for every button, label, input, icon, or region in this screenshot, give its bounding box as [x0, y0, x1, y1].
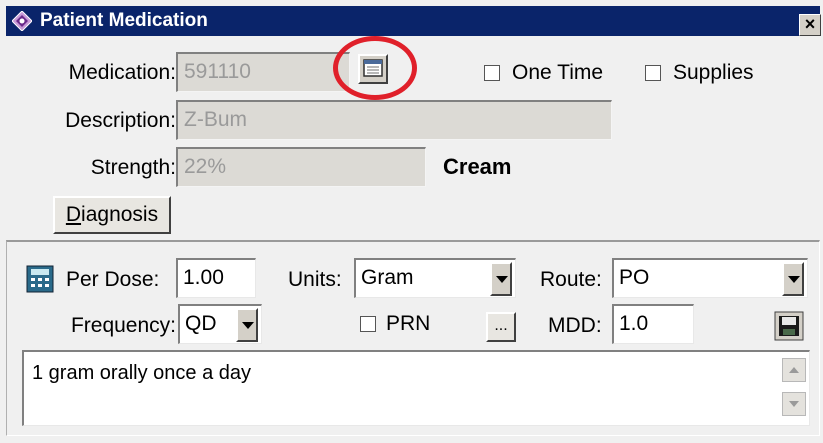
sig-textarea[interactable]: 1 gram orally once a day: [22, 350, 810, 426]
frequency-value: QD: [185, 312, 217, 335]
title-bar: Patient Medication ×: [6, 6, 821, 36]
per-dose-input[interactable]: 1.00: [176, 258, 256, 298]
mdd-input[interactable]: 1.0: [612, 304, 694, 344]
route-select[interactable]: PO: [612, 258, 808, 298]
scroll-down-button[interactable]: [782, 392, 806, 416]
diagnosis-button-label: iagnosis: [81, 203, 159, 226]
frequency-dropdown-arrow[interactable]: [236, 308, 258, 342]
floppy-disk-save-icon[interactable]: [773, 310, 805, 342]
prn-label: PRN: [386, 312, 431, 335]
diagnosis-accel-letter: D: [65, 203, 82, 226]
prn-checkbox[interactable]: [360, 316, 376, 332]
medication-field[interactable]: 591110: [176, 52, 350, 92]
diagnosis-button[interactable]: Diagnosis: [53, 196, 171, 234]
route-label: Route:: [540, 268, 602, 291]
units-label: Units:: [288, 268, 342, 291]
sig-text: 1 gram orally once a day: [32, 362, 252, 384]
supplies-checkbox[interactable]: [645, 65, 661, 81]
description-field[interactable]: Z-Bum: [176, 100, 612, 140]
strength-label: Strength:: [90, 156, 176, 179]
scroll-up-button[interactable]: [782, 358, 806, 382]
patient-medication-window: Patient Medication × Medication: 591110 …: [0, 0, 823, 443]
window-title: Patient Medication: [40, 10, 208, 31]
units-value: Gram: [361, 266, 414, 289]
highlight-circle-annotation: [333, 36, 417, 100]
per-dose-label: Per Dose:: [66, 268, 160, 291]
mdd-label: MDD:: [548, 314, 602, 337]
route-value: PO: [619, 266, 650, 289]
calculator-icon[interactable]: [25, 264, 55, 294]
close-button[interactable]: ×: [799, 14, 821, 36]
prn-details-button[interactable]: ...: [486, 312, 516, 342]
route-dropdown-arrow[interactable]: [782, 262, 804, 296]
one-time-checkbox[interactable]: [484, 65, 500, 81]
frequency-label: Frequency:: [70, 314, 176, 337]
units-dropdown-arrow[interactable]: [490, 262, 512, 296]
strength-field[interactable]: 22%: [176, 147, 426, 187]
dosage-form-text: Cream: [443, 154, 512, 179]
one-time-label: One Time: [512, 61, 604, 84]
description-label: Description:: [65, 109, 176, 132]
supplies-label: Supplies: [673, 61, 754, 84]
medication-label: Medication:: [68, 61, 176, 84]
diamond-app-icon: [12, 11, 32, 31]
